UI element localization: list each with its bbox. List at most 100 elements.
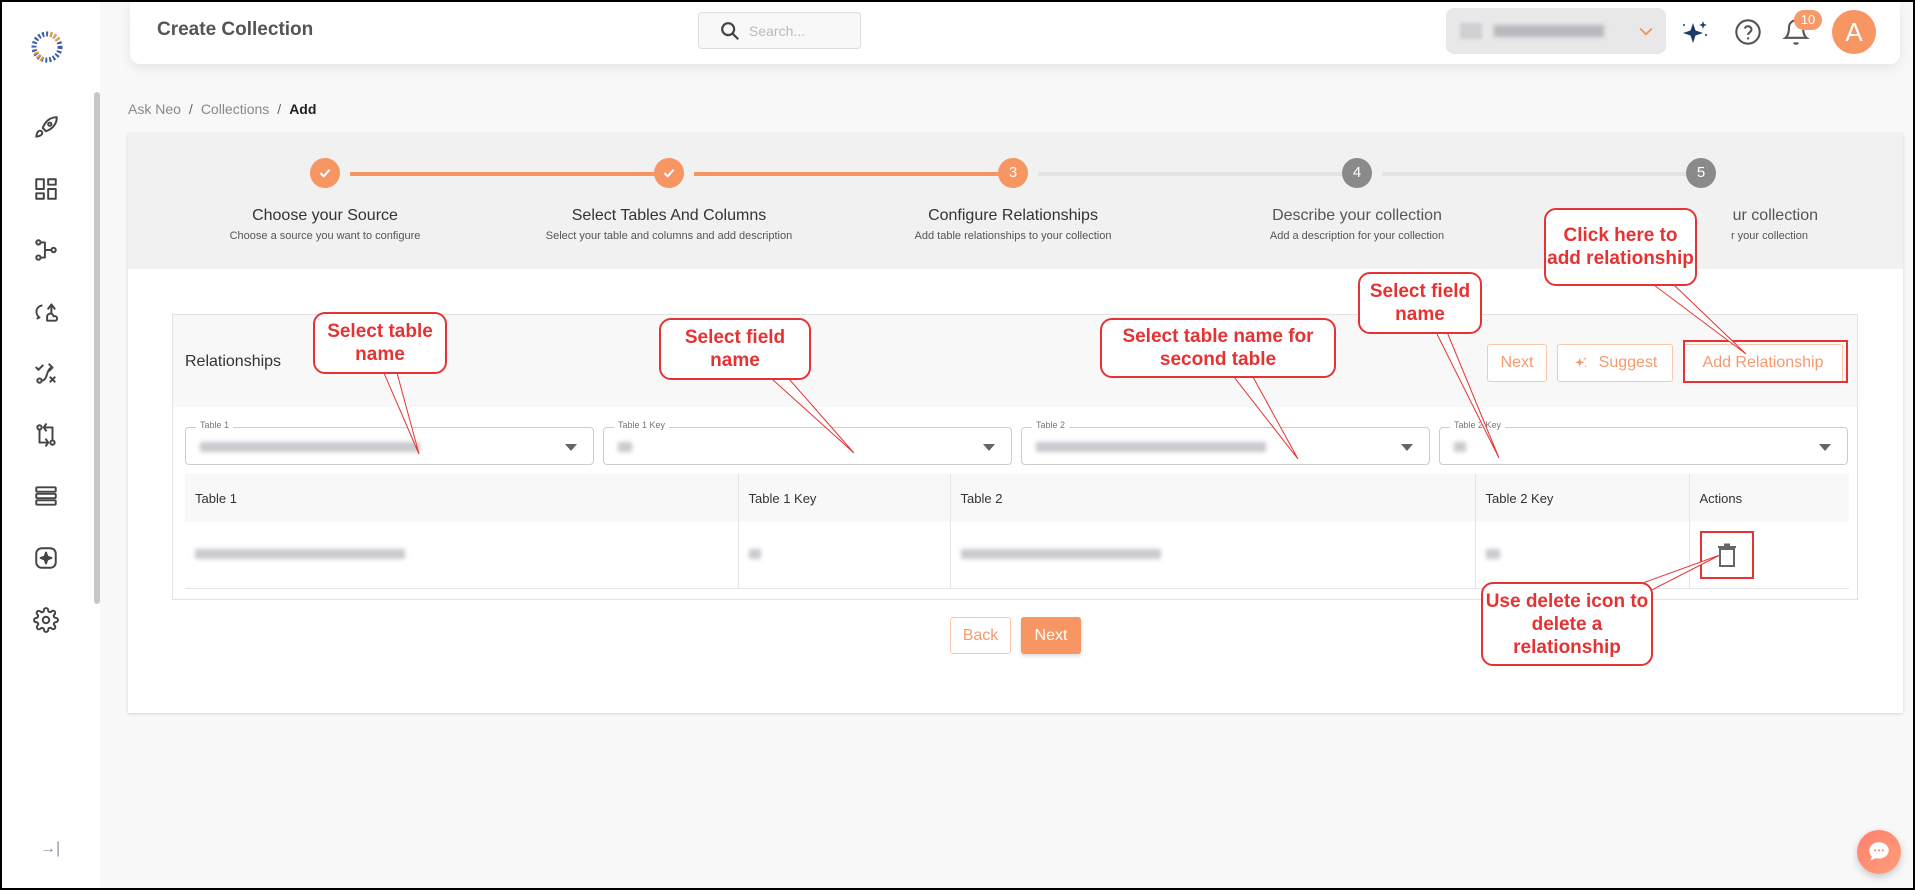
pull-request-icon bbox=[36, 423, 56, 447]
breadcrumb-current: Add bbox=[289, 101, 317, 117]
stack-list-icon bbox=[35, 486, 57, 506]
app-logo[interactable] bbox=[30, 30, 64, 64]
cell-table1-key bbox=[738, 522, 951, 589]
sidebar-item-pull-requests[interactable] bbox=[32, 421, 60, 449]
sidebar-item-rocket[interactable] bbox=[32, 114, 60, 142]
table2-value-blurred bbox=[1036, 442, 1266, 452]
help-icon[interactable] bbox=[1734, 18, 1762, 46]
add-relationship-button[interactable]: Add Relationship bbox=[1683, 344, 1843, 382]
callout-select-table: Select table name bbox=[313, 312, 447, 374]
relationships-table: Table 1 Table 1 Key Table 2 Table 2 Key … bbox=[185, 474, 1849, 589]
step-3-subtitle: Add table relationships to your collecti… bbox=[914, 230, 1112, 242]
step-connector-4 bbox=[1382, 172, 1688, 176]
collapse-sidebar-icon[interactable]: →| bbox=[40, 840, 60, 858]
top-header: Create Collection 10 A bbox=[130, 2, 1900, 64]
next-button[interactable]: Next bbox=[1021, 617, 1081, 654]
table1-key-label: Table 1 Key bbox=[614, 420, 670, 430]
cell-actions bbox=[1689, 522, 1849, 589]
column-header-table2-key: Table 2 Key bbox=[1475, 474, 1690, 522]
page-title: Create Collection bbox=[157, 19, 314, 40]
sparkle-icon bbox=[1574, 357, 1587, 368]
table2-key-select[interactable]: Table 2 Key bbox=[1439, 420, 1848, 465]
back-button[interactable]: Back bbox=[950, 617, 1011, 654]
step-4-number: 4 bbox=[1342, 158, 1372, 188]
route-check-icon bbox=[35, 363, 56, 384]
step-1-title: Choose your Source bbox=[252, 207, 398, 224]
org-name-blurred bbox=[1494, 25, 1604, 37]
breadcrumb-separator: / bbox=[277, 101, 282, 117]
step-1-subtitle: Choose a source you want to configure bbox=[229, 230, 421, 242]
table1-key-value-blurred bbox=[748, 548, 761, 559]
dropdown-caret-icon bbox=[1401, 444, 1413, 451]
sparkle-box-icon bbox=[35, 547, 57, 569]
step-2-check-icon bbox=[654, 158, 684, 188]
table-row bbox=[185, 522, 1849, 589]
sidebar-item-settings[interactable] bbox=[32, 606, 60, 634]
step-5-number: 5 bbox=[1686, 158, 1716, 188]
column-header-table1-key: Table 1 Key bbox=[738, 474, 951, 522]
settings-gear-icon bbox=[33, 607, 59, 633]
step-connector-2 bbox=[694, 172, 1000, 176]
sidebar-item-dashboard[interactable] bbox=[32, 175, 60, 203]
table1-select[interactable]: Table 1 bbox=[185, 420, 594, 465]
suggest-label: Suggest bbox=[1598, 354, 1658, 371]
chat-bubble-icon bbox=[1869, 842, 1889, 861]
step-connector-3 bbox=[1038, 172, 1344, 176]
step-connector-1 bbox=[350, 172, 656, 176]
step-4-subtitle: Add a description for your collection bbox=[1269, 230, 1445, 242]
table2-key-value-blurred bbox=[1485, 548, 1500, 559]
step-2-title: Select Tables And Columns bbox=[571, 207, 767, 224]
table1-value-blurred bbox=[195, 548, 405, 559]
breadcrumb-collections[interactable]: Collections bbox=[201, 101, 269, 117]
org-selector[interactable] bbox=[1446, 8, 1666, 54]
cell-table2 bbox=[950, 522, 1476, 589]
callout-select-field-1: Select field name bbox=[659, 318, 811, 380]
search-box[interactable] bbox=[698, 12, 861, 49]
callout-add-relationship: Click here to add relationship bbox=[1544, 208, 1697, 286]
sidebar-item-sync[interactable] bbox=[32, 298, 60, 326]
sync-cloud-icon bbox=[35, 303, 59, 322]
relationships-title: Relationships bbox=[185, 353, 282, 370]
sidebar-scrollbar[interactable] bbox=[94, 92, 100, 604]
callout-select-table-2: Select table name for second table bbox=[1100, 318, 1336, 378]
sidebar-item-pipelines[interactable] bbox=[32, 236, 60, 264]
dropdown-caret-icon bbox=[565, 444, 577, 451]
column-header-table2: Table 2 bbox=[950, 474, 1476, 522]
table1-key-value-blurred bbox=[618, 442, 632, 452]
table2-key-label: Table 2 Key bbox=[1450, 420, 1506, 430]
user-avatar[interactable]: A bbox=[1832, 10, 1876, 54]
dropdown-caret-icon bbox=[1819, 444, 1831, 451]
next-button-secondary[interactable]: Next bbox=[1487, 344, 1547, 382]
sidebar-item-routes[interactable] bbox=[32, 359, 60, 387]
callout-select-field-2: Select field name bbox=[1358, 272, 1482, 334]
chevron-down-icon bbox=[1639, 27, 1653, 36]
step-4-title: Describe your collection bbox=[1272, 207, 1442, 224]
search-input[interactable] bbox=[749, 22, 849, 39]
delete-relationship-button[interactable] bbox=[1699, 530, 1754, 579]
breadcrumb-separator: / bbox=[188, 101, 193, 117]
ai-sparkle-icon[interactable] bbox=[1680, 18, 1710, 48]
table-header-row: Table 1 Table 1 Key Table 2 Table 2 Key … bbox=[185, 474, 1849, 522]
table1-key-select[interactable]: Table 1 Key bbox=[603, 420, 1012, 465]
sidebar: →| bbox=[2, 2, 100, 888]
trash-icon bbox=[1717, 543, 1736, 567]
step-3-number: 3 bbox=[998, 158, 1028, 188]
cell-table2-key bbox=[1475, 522, 1690, 589]
sidebar-item-ai[interactable] bbox=[32, 544, 60, 572]
search-icon bbox=[721, 21, 740, 40]
cell-table1 bbox=[185, 522, 739, 589]
table2-select[interactable]: Table 2 bbox=[1021, 420, 1430, 465]
rocket-icon bbox=[35, 116, 58, 138]
breadcrumb-ask-neo[interactable]: Ask Neo bbox=[128, 101, 181, 117]
pipeline-branch-icon bbox=[35, 239, 57, 261]
step-3-title: Configure Relationships bbox=[928, 207, 1098, 224]
callout-delete: Use delete icon to delete a relationship bbox=[1481, 582, 1653, 666]
suggest-button[interactable]: Suggest bbox=[1557, 344, 1673, 382]
dropdown-caret-icon bbox=[983, 444, 995, 451]
sidebar-item-stack[interactable] bbox=[32, 482, 60, 510]
chat-support-button[interactable] bbox=[1857, 830, 1901, 874]
column-header-actions: Actions bbox=[1689, 474, 1849, 522]
table1-value-blurred bbox=[200, 442, 420, 452]
column-header-table1: Table 1 bbox=[185, 474, 739, 522]
table1-label: Table 1 bbox=[196, 420, 234, 430]
